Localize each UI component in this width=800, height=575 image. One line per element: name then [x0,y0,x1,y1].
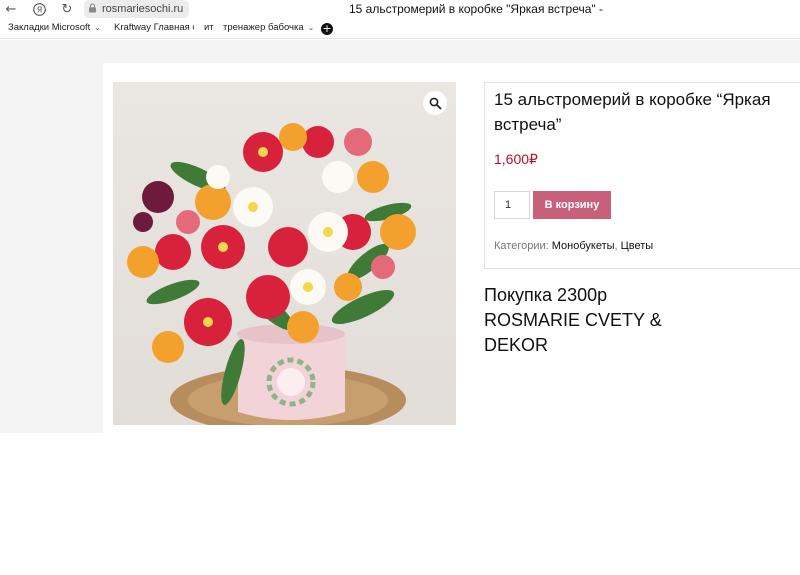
product-image[interactable] [113,82,456,425]
screen: ← Я ↻ rosmariesochi.ru 15 альстромерий в… [0,0,800,575]
bookmark-label: Закладки Microsoft [8,22,91,33]
tab-title: 15 альстромерий в коробке "Яркая встреча… [349,2,603,16]
category-link-monobouquets[interactable]: Монобукеты [552,240,615,252]
add-bookmark-icon[interactable]: + [321,23,333,35]
reload-icon[interactable]: ↻ [58,0,76,19]
bookmark-microsoft[interactable]: Закладки Microsoft ⌄ [8,22,101,33]
address-bar[interactable]: rosmariesochi.ru [84,0,190,18]
bookmark-label: тренажер бабочка [223,22,304,33]
yandex-logo-icon[interactable]: Я [30,0,48,19]
chevron-down-icon: ⌄ [94,23,101,32]
bouquet-illustration [113,82,456,425]
browser-top-bar: ← Я ↻ rosmariesochi.ru 15 альстромерий в… [0,0,800,19]
quantity-input[interactable] [494,191,530,219]
bookmark-label: Kraftway Главная ст... [114,22,194,33]
bookmark-it[interactable]: ит [204,22,214,33]
note-line: ROSMARIE CVETY & [484,310,662,330]
chevron-down-icon: ⌄ [307,23,315,32]
category-link-flowers[interactable]: Цветы [621,240,654,252]
purchase-note: Покупка 2300р ROSMARIE CVETY & DEKOR [484,283,684,358]
note-line: DEKOR [484,335,549,355]
add-to-cart-button[interactable]: В корзину [533,191,611,219]
bookmark-butterfly-trainer[interactable]: тренажер бабочка ⌄ [223,22,314,33]
lock-icon [88,2,102,16]
product-title: 15 альстромерий в коробке “Яркая встреча… [494,90,771,134]
note-line: Покупка 2300р [484,285,608,305]
bookmark-kraftway[interactable]: Kraftway Главная ст... [114,22,194,33]
product-categories: Категории: Монобукеты, Цветы [494,240,654,252]
back-arrow-icon[interactable]: ← [2,0,20,19]
bookmarks-bar: Закладки Microsoft⌄ Kraftway Главная ст.… [0,19,800,39]
product-price: 1,600₽ [494,151,538,167]
zoom-icon[interactable] [423,91,447,115]
address-text: rosmariesochi.ru [102,3,184,15]
categories-label: Категории: [494,240,549,252]
svg-text:Я: Я [36,6,42,15]
bookmark-label: ит [204,22,214,33]
